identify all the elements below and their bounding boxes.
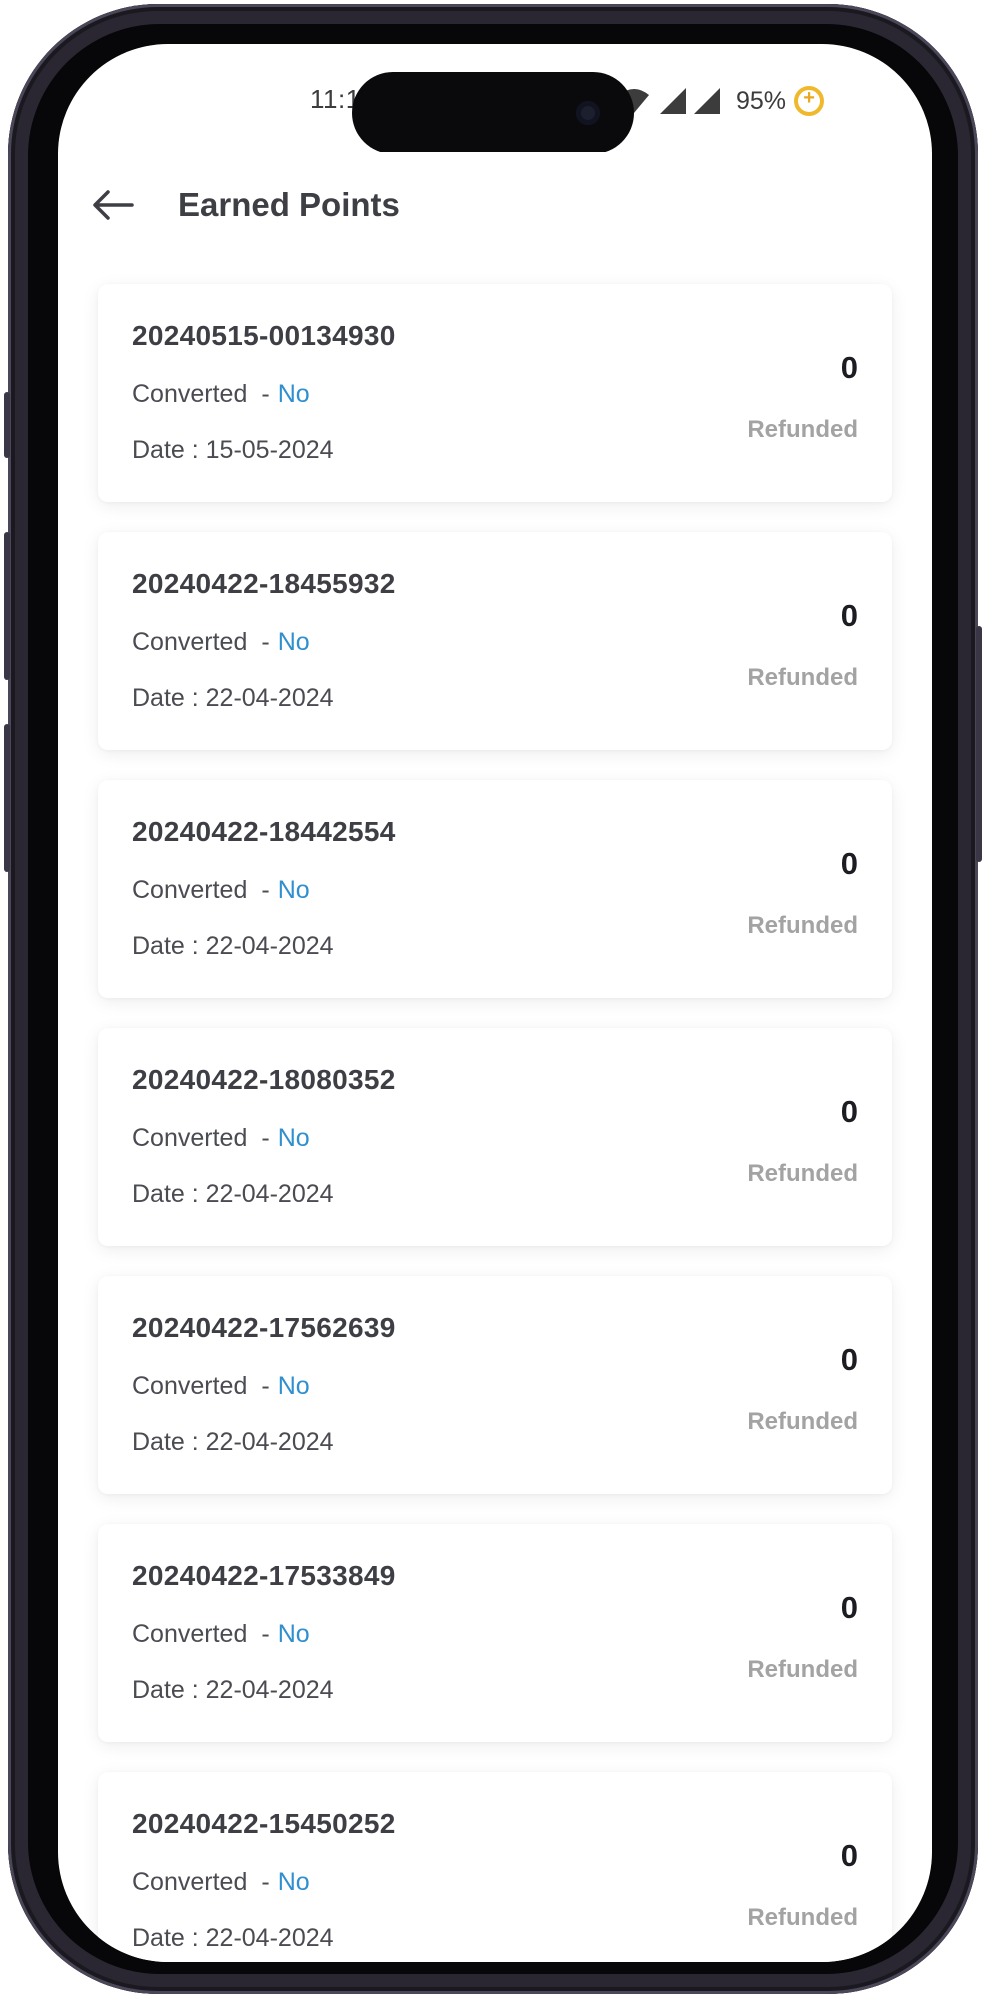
status-icons: 95% [618,84,825,118]
entry-date: Date : 22-04-2024 [132,684,334,712]
converted-separator: - [261,1868,270,1896]
converted-row: Converted - No [132,1124,310,1153]
converted-row: Converted - No [132,1868,310,1897]
dynamic-island [352,72,634,154]
points-entry-card[interactable]: 20240422-18455932 Converted - No Date : 22-0… [98,532,892,750]
points-entry-card[interactable]: 20240422-15450252 Converted - No Date : 22-0… [98,1772,892,1962]
entry-points: 0 [840,1342,858,1377]
converted-separator: - [261,380,270,408]
entry-date: Date : 22-04-2024 [132,1924,334,1952]
converted-separator: - [261,876,270,904]
converted-row: Converted - No [132,1372,310,1401]
entry-date: Date : 22-04-2024 [132,1428,334,1456]
converted-row: Converted - No [132,876,310,905]
converted-value: No [277,1124,310,1152]
converted-separator: - [261,1124,270,1152]
converted-row: Converted - No [132,1620,310,1649]
battery-percentage: 95% [736,86,787,115]
entry-points: 0 [840,1838,858,1873]
entry-status: Refunded [747,1408,858,1435]
entry-points: 0 [840,350,858,385]
entry-status: Refunded [747,664,858,691]
power-button [976,626,982,862]
entry-id: 20240515-00134930 [132,320,396,351]
converted-label: Converted [132,1372,248,1400]
entry-date: Date : 22-04-2024 [132,1180,334,1208]
entry-id: 20240422-15450252 [132,1808,396,1839]
volume-up-button [4,532,10,680]
converted-value: No [277,380,310,408]
entry-points: 0 [840,1590,858,1625]
entry-status: Refunded [747,1904,858,1931]
converted-row: Converted - No [132,628,310,657]
converted-value: No [277,1620,310,1648]
entry-date: Date : 22-04-2024 [132,932,334,960]
entry-status: Refunded [747,912,858,939]
converted-row: Converted - No [132,380,310,409]
converted-separator: - [261,1372,270,1400]
entry-date: Date : 22-04-2024 [132,1676,334,1704]
entry-status: Refunded [747,1160,858,1187]
volume-down-button [4,724,10,872]
entry-id: 20240422-17562639 [132,1312,396,1343]
entry-points: 0 [840,1094,858,1129]
points-entry-card[interactable]: 20240515-00134930 Converted - No Date : 15-0… [98,284,892,502]
entry-id: 20240422-18455932 [132,568,396,599]
back-button[interactable] [88,180,138,230]
converted-separator: - [261,628,270,656]
converted-value: No [277,1372,310,1400]
entry-points: 0 [840,846,858,881]
entry-status: Refunded [747,1656,858,1683]
earned-points-list: 20240515-00134930 Converted - No Date : 15-0… [98,284,892,1962]
app-screen: 11:1 95% Earned Points 20240515-00134930… [58,44,932,1962]
entry-status: Refunded [747,416,858,443]
app-header: Earned Points [58,152,932,262]
signal-icon [692,87,722,115]
points-entry-card[interactable]: 20240422-18080352 Converted - No Date : 22-0… [98,1028,892,1246]
entry-id: 20240422-18442554 [132,816,396,847]
battery-saver-icon [794,86,825,116]
signal-icon [658,87,688,115]
arrow-left-icon [93,190,134,220]
converted-separator: - [261,1620,270,1648]
entry-id: 20240422-17533849 [132,1560,396,1591]
entry-id: 20240422-18080352 [132,1064,396,1095]
points-entry-card[interactable]: 20240422-17562639 Converted - No Date : 22-0… [98,1276,892,1494]
converted-label: Converted [132,1868,248,1896]
converted-value: No [277,1868,310,1896]
entry-points: 0 [840,598,858,633]
entry-date: Date : 15-05-2024 [132,436,334,464]
converted-label: Converted [132,1620,248,1648]
status-bar: 11:1 95% [58,44,932,154]
camera-lens [576,101,600,125]
page-title: Earned Points [178,186,400,223]
points-entry-card[interactable]: 20240422-18442554 Converted - No Date : 22-0… [98,780,892,998]
converted-value: No [277,628,310,656]
points-entry-card[interactable]: 20240422-17533849 Converted - No Date : 22-0… [98,1524,892,1742]
converted-label: Converted [132,876,248,904]
action-button [4,392,10,458]
converted-label: Converted [132,1124,248,1152]
converted-label: Converted [132,380,248,408]
converted-value: No [277,876,310,904]
converted-label: Converted [132,628,248,656]
